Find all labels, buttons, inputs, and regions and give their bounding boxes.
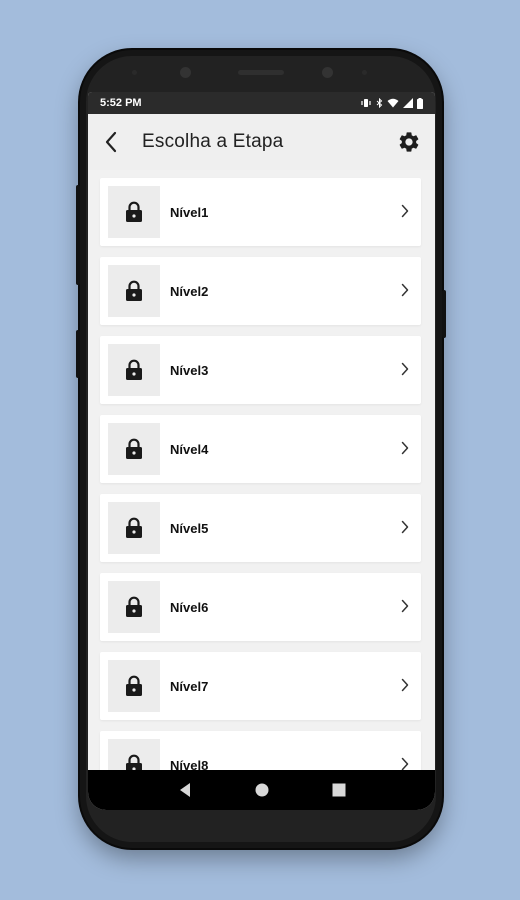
- lock-box: [108, 502, 160, 554]
- level-item[interactable]: Nível3: [100, 336, 421, 404]
- chevron-right-icon: [401, 441, 409, 455]
- volume-up-button: [76, 185, 80, 285]
- gear-icon: [399, 132, 419, 152]
- nav-home-button[interactable]: [252, 780, 272, 800]
- nav-recents-button[interactable]: [329, 780, 349, 800]
- wifi-icon: [387, 98, 399, 108]
- level-label: Nível4: [170, 441, 209, 457]
- settings-button[interactable]: [397, 130, 421, 154]
- level-label: Nível5: [170, 520, 209, 536]
- lock-box: [108, 581, 160, 633]
- lock-icon: [126, 438, 142, 459]
- android-nav-bar: [88, 770, 435, 810]
- bluetooth-icon: [376, 98, 383, 108]
- lock-box: [108, 265, 160, 317]
- lock-icon: [126, 280, 142, 301]
- level-item[interactable]: Nível2: [100, 257, 421, 325]
- lock-box: [108, 660, 160, 712]
- level-label: Nível2: [170, 283, 209, 299]
- phone-screen: 5:52 PM Escolha a Etapa Nível1 Nível2 Ní…: [88, 92, 435, 810]
- earpiece-speaker: [238, 70, 284, 75]
- level-label: Nível3: [170, 362, 209, 378]
- lock-icon: [126, 201, 142, 222]
- proximity-sensor: [362, 70, 367, 75]
- chevron-right-icon: [401, 283, 409, 297]
- level-item[interactable]: Nível1: [100, 178, 421, 246]
- lock-box: [108, 344, 160, 396]
- front-sensor: [132, 70, 137, 75]
- status-icons: [360, 97, 423, 109]
- nav-back-button[interactable]: [175, 780, 195, 800]
- chevron-right-icon: [401, 757, 409, 771]
- square-recents-icon: [332, 783, 345, 797]
- level-item[interactable]: Nível4: [100, 415, 421, 483]
- level-list: Nível1 Nível2 Nível3 Nível4 Nível5 Nível6 Níve…: [100, 178, 421, 810]
- app-bar: Escolha a Etapa: [88, 114, 435, 170]
- level-item[interactable]: Nível5: [100, 494, 421, 562]
- lock-icon: [126, 517, 142, 538]
- power-button: [442, 290, 446, 338]
- level-label: Nível1: [170, 204, 209, 220]
- signal-icon: [403, 98, 413, 108]
- front-camera: [180, 67, 191, 78]
- chevron-right-icon: [401, 599, 409, 613]
- status-bar: 5:52 PM: [88, 92, 435, 114]
- triangle-back-icon: [179, 783, 190, 797]
- level-item[interactable]: Nível6: [100, 573, 421, 641]
- battery-icon: [417, 97, 423, 109]
- back-button[interactable]: [88, 114, 134, 170]
- level-label: Nível6: [170, 599, 209, 615]
- lock-box: [108, 186, 160, 238]
- chevron-right-icon: [401, 520, 409, 534]
- status-time: 5:52 PM: [100, 97, 142, 109]
- lock-icon: [126, 596, 142, 617]
- lock-box: [108, 423, 160, 475]
- circle-home-icon: [255, 783, 268, 797]
- back-arrow-icon: [105, 131, 117, 153]
- vibrate-icon: [361, 99, 371, 107]
- bixby-button: [76, 330, 80, 378]
- chevron-right-icon: [401, 678, 409, 692]
- chevron-right-icon: [401, 362, 409, 376]
- page-title: Escolha a Etapa: [142, 131, 284, 152]
- level-label: Nível7: [170, 678, 209, 694]
- lock-icon: [126, 675, 142, 696]
- chevron-right-icon: [401, 204, 409, 218]
- level-item[interactable]: Nível7: [100, 652, 421, 720]
- iris-scanner: [322, 67, 333, 78]
- lock-icon: [126, 359, 142, 380]
